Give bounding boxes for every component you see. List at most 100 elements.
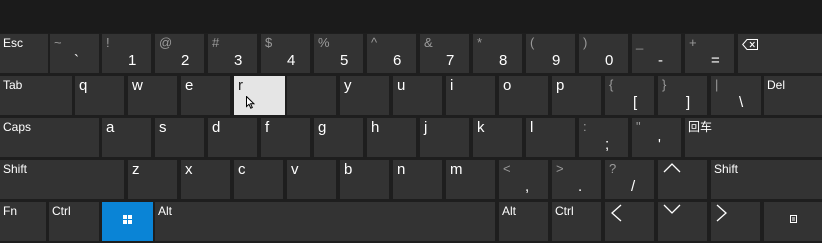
key-x[interactable]: x: [181, 160, 230, 199]
key-label: Ctrl: [52, 204, 71, 218]
key-semicolon[interactable]: : ;: [579, 118, 628, 157]
key-shift-right[interactable]: Shift: [711, 160, 822, 199]
key-label: Caps: [3, 120, 32, 134]
key-shift-label: !: [106, 35, 110, 50]
key-esc[interactable]: Esc: [0, 34, 48, 73]
key-right-bracket[interactable]: } ]: [658, 76, 707, 115]
key-v[interactable]: v: [287, 160, 336, 199]
key-label: d: [212, 119, 221, 136]
key-l[interactable]: l: [526, 118, 575, 157]
key-label: v: [291, 161, 299, 178]
key-4[interactable]: $ 4: [261, 34, 310, 73]
key-h[interactable]: h: [367, 118, 416, 157]
key-3[interactable]: # 3: [208, 34, 257, 73]
key-7[interactable]: & 7: [420, 34, 469, 73]
key-s[interactable]: s: [155, 118, 204, 157]
key-backtick[interactable]: ~ `: [50, 34, 99, 73]
key-arrow-left[interactable]: [605, 202, 654, 241]
key-b[interactable]: b: [340, 160, 389, 199]
key-label: o: [503, 77, 512, 94]
key-t[interactable]: [287, 76, 336, 115]
key-arrow-up[interactable]: [658, 160, 707, 199]
backspace-icon: [742, 39, 758, 50]
key-main-label: 7: [446, 52, 455, 69]
key-enter[interactable]: 回车: [685, 118, 822, 157]
key-alt-left[interactable]: Alt: [155, 202, 495, 241]
key-label: Shift: [3, 162, 28, 176]
key-1[interactable]: ! 1: [102, 34, 151, 73]
key-shift-label: ): [583, 35, 588, 50]
key-z[interactable]: z: [128, 160, 177, 199]
key-main-label: ': [658, 136, 661, 153]
key-shift-label: |: [715, 77, 719, 92]
key-main-label: \: [739, 94, 744, 111]
key-del[interactable]: Del: [764, 76, 822, 115]
key-shift-label: +: [689, 35, 697, 50]
key-k[interactable]: k: [473, 118, 522, 157]
key-label: i: [450, 77, 454, 94]
key-main-label: 6: [393, 52, 402, 69]
key-equals[interactable]: + =: [685, 34, 734, 73]
key-2[interactable]: @ 2: [155, 34, 204, 73]
key-menu[interactable]: [764, 202, 822, 241]
key-i[interactable]: i: [446, 76, 495, 115]
key-shift-label: {: [609, 77, 614, 92]
key-label: k: [477, 119, 485, 136]
key-main-label: ]: [686, 94, 691, 111]
key-shift-left[interactable]: Shift: [0, 160, 124, 199]
key-c[interactable]: c: [234, 160, 283, 199]
key-caps[interactable]: Caps: [0, 118, 99, 157]
key-main-label: 4: [287, 52, 296, 69]
key-label: u: [397, 77, 406, 94]
key-label: r: [238, 77, 243, 94]
key-label: Alt: [502, 204, 517, 218]
key-a[interactable]: a: [102, 118, 151, 157]
key-q[interactable]: q: [75, 76, 124, 115]
key-shift-label: @: [159, 35, 173, 50]
key-f[interactable]: f: [261, 118, 310, 157]
key-label: e: [185, 77, 194, 94]
key-r[interactable]: r: [234, 76, 285, 115]
key-quote[interactable]: " ': [632, 118, 681, 157]
key-alt-right[interactable]: Alt: [499, 202, 548, 241]
key-main-label: 5: [340, 52, 349, 69]
key-6[interactable]: ^ 6: [367, 34, 416, 73]
key-backspace[interactable]: [738, 34, 822, 73]
key-shift-label: &: [424, 35, 433, 50]
key-label: n: [397, 161, 406, 178]
key-tab[interactable]: Tab: [0, 76, 72, 115]
key-ctrl-left[interactable]: Ctrl: [49, 202, 99, 241]
key-w[interactable]: w: [128, 76, 177, 115]
arrow-left-icon: [610, 204, 622, 222]
key-arrow-down[interactable]: [658, 202, 707, 241]
key-u[interactable]: u: [393, 76, 442, 115]
key-label: q: [79, 77, 88, 94]
key-windows[interactable]: [102, 202, 153, 241]
key-label: y: [344, 77, 352, 94]
key-backslash[interactable]: | \: [711, 76, 761, 115]
key-d[interactable]: d: [208, 118, 257, 157]
key-0[interactable]: ) 0: [579, 34, 628, 73]
key-arrow-right[interactable]: [711, 202, 760, 241]
key-8[interactable]: * 8: [473, 34, 522, 73]
key-comma[interactable]: < ,: [499, 160, 548, 199]
key-shift-label: _: [636, 35, 644, 50]
key-period[interactable]: > .: [552, 160, 601, 199]
key-slash[interactable]: ? /: [605, 160, 654, 199]
key-minus[interactable]: _ -: [632, 34, 681, 73]
key-g[interactable]: g: [314, 118, 363, 157]
key-5[interactable]: % 5: [314, 34, 363, 73]
key-shift-label: ": [636, 119, 641, 134]
key-m[interactable]: m: [446, 160, 495, 199]
key-ctrl-right[interactable]: Ctrl: [552, 202, 601, 241]
key-o[interactable]: o: [499, 76, 548, 115]
key-p[interactable]: p: [552, 76, 601, 115]
key-shift-label: ~: [54, 35, 62, 50]
key-e[interactable]: e: [181, 76, 230, 115]
key-fn[interactable]: Fn: [0, 202, 46, 241]
key-y[interactable]: y: [340, 76, 389, 115]
key-j[interactable]: j: [420, 118, 469, 157]
key-n[interactable]: n: [393, 160, 442, 199]
key-9[interactable]: ( 9: [526, 34, 575, 73]
key-left-bracket[interactable]: { [: [605, 76, 654, 115]
